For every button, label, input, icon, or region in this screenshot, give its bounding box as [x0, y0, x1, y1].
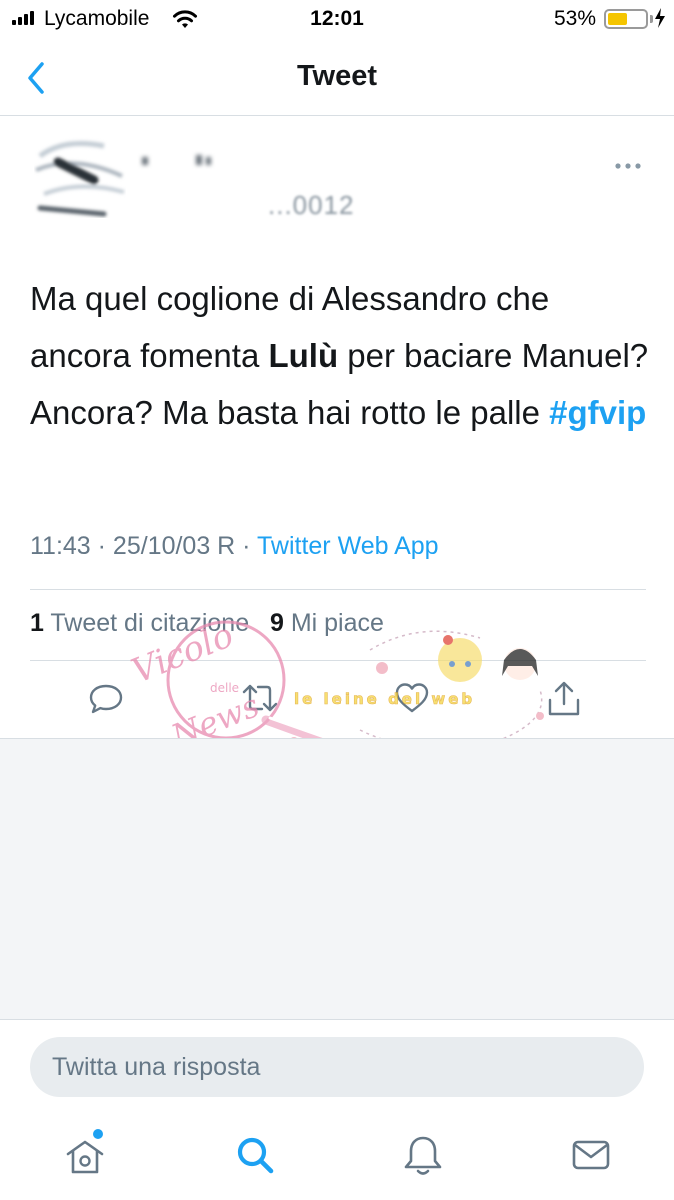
tweet-text: Ma quel coglione di Alessandro che ancor… [30, 270, 650, 441]
avatar[interactable] [34, 136, 126, 218]
status-bar: Lycamobile 12:01 53% [0, 0, 674, 40]
tweet-stats: 1 Tweet di citazione 9 Mi piace [30, 609, 384, 638]
share-icon[interactable] [546, 680, 582, 718]
likes-stat[interactable]: 9 Mi piace [270, 609, 384, 637]
quote-count: 1 [30, 609, 44, 637]
author-handle-obscured: ...0012 [268, 190, 355, 220]
replies-area [0, 738, 674, 1020]
reply-input[interactable] [52, 1037, 612, 1097]
mail-icon[interactable] [570, 1134, 612, 1178]
tweet-source-link[interactable]: Twitter Web App [257, 532, 439, 560]
search-icon[interactable] [234, 1134, 276, 1178]
bell-icon[interactable] [402, 1134, 444, 1178]
author-name-obscured [142, 155, 211, 165]
battery-level [608, 13, 628, 25]
battery-cap [650, 15, 653, 23]
likes-label: Mi piace [283, 609, 384, 637]
battery-percent: 53% [553, 7, 596, 30]
reply-composer[interactable] [30, 1037, 644, 1097]
quote-label: Tweet di citazione [43, 609, 250, 637]
tweet-text-bold: Lulù [268, 337, 339, 374]
battery-icon [604, 9, 648, 29]
heart-icon[interactable] [394, 680, 430, 716]
hashtag-link[interactable]: #gfvip [549, 394, 646, 431]
tab-bar [0, 1110, 674, 1200]
new-content-dot-icon [93, 1129, 103, 1139]
divider [30, 660, 646, 661]
home-icon[interactable] [64, 1134, 106, 1178]
divider [30, 589, 646, 590]
more-horizontal-icon[interactable] [614, 160, 642, 172]
charging-bolt-icon [655, 8, 665, 28]
nav-bar: Tweet [0, 40, 674, 116]
tweet-actions [0, 670, 674, 730]
tweet-meta: 11:43 · 25/10/03 R · Twitter Web App [30, 532, 439, 561]
tweet-timestamp: 11:43 · 25/10/03 R · [30, 532, 258, 560]
reply-icon[interactable] [88, 680, 124, 716]
quote-tweets-stat[interactable]: 1 Tweet di citazione [30, 609, 249, 637]
likes-count: 9 [269, 609, 284, 637]
page-title: Tweet [296, 60, 378, 92]
retweet-icon[interactable] [240, 680, 280, 716]
